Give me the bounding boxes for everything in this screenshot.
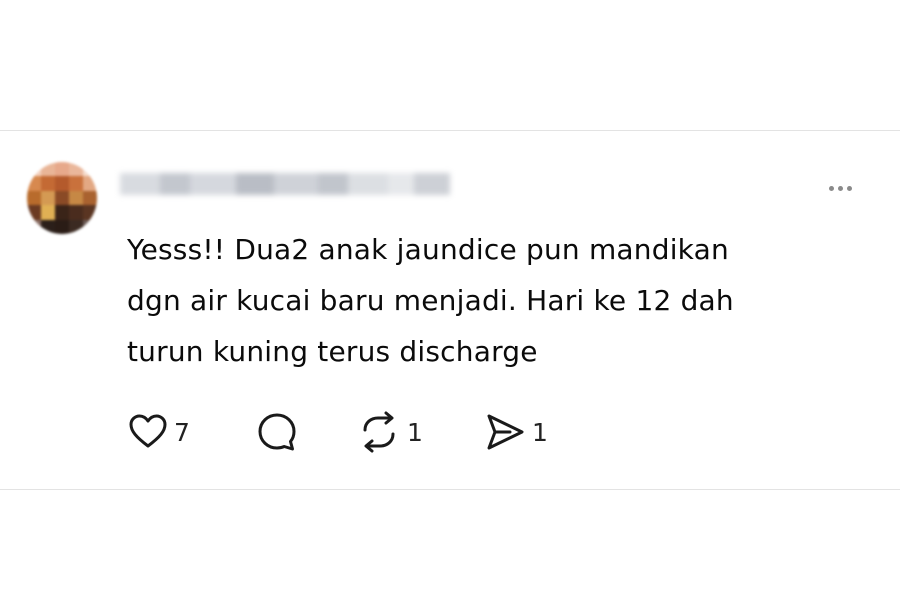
- share-count: 1: [532, 417, 548, 447]
- repost-icon: [363, 411, 395, 453]
- heart-icon: [129, 414, 167, 448]
- bottom-divider: [0, 489, 900, 490]
- post-text-line: Yesss!! Dua2 anak jaundice pun mandikan: [127, 233, 729, 266]
- like-button[interactable]: 7: [128, 412, 256, 452]
- top-divider: [0, 130, 900, 131]
- post-text-line: turun kuning terus discharge: [127, 335, 538, 368]
- reply-button[interactable]: [256, 411, 357, 453]
- send-icon: [487, 414, 524, 450]
- repost-button[interactable]: 1: [357, 411, 484, 453]
- share-button[interactable]: 1: [484, 412, 564, 452]
- author-username-blurred[interactable]: [120, 166, 450, 202]
- post-text: Yesss!! Dua2 anak jaundice pun mandikan …: [127, 224, 867, 377]
- like-count: 7: [174, 417, 190, 447]
- avatar[interactable]: [27, 162, 97, 234]
- more-options-button[interactable]: [818, 176, 862, 200]
- thread-page: Yesss!! Dua2 anak jaundice pun mandikan …: [0, 0, 900, 600]
- repost-count: 1: [407, 417, 423, 447]
- post-text-line: dgn air kucai baru menjadi. Hari ke 12 d…: [127, 284, 734, 317]
- comment-icon: [258, 413, 296, 451]
- more-horizontal-icon: [828, 185, 834, 191]
- post-actions: 7 1 1: [128, 410, 564, 454]
